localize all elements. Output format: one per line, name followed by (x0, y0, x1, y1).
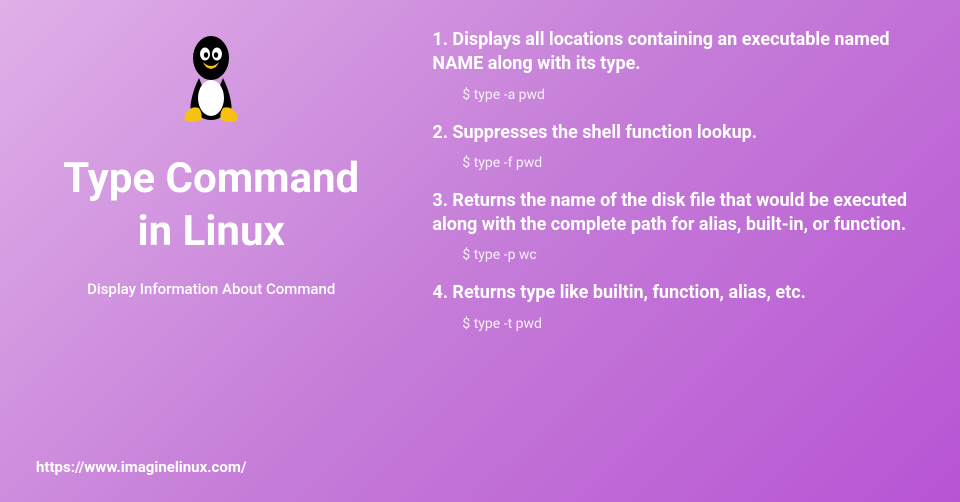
list-item: 3. Returns the name of the disk file tha… (432, 189, 940, 264)
item-heading: 2. Suppresses the shell function lookup. (432, 121, 940, 145)
page-subtitle: Display Information About Command (87, 280, 335, 298)
list-item: 4. Returns type like builtin, function, … (432, 281, 940, 331)
footer-url: https://www.imaginelinux.com/ (36, 458, 246, 476)
item-heading: 3. Returns the name of the disk file tha… (432, 189, 940, 238)
page-title: Type Command in Linux (63, 153, 359, 258)
right-panel: 1. Displays all locations containing an … (422, 0, 960, 502)
item-command: $ type -a pwd (432, 87, 940, 103)
item-command: $ type -f pwd (432, 155, 940, 171)
item-heading: 4. Returns type like builtin, function, … (432, 281, 940, 305)
tux-penguin-icon (171, 30, 251, 129)
title-line-1: Type Command (63, 154, 359, 203)
list-item: 1. Displays all locations containing an … (432, 28, 940, 103)
list-item: 2. Suppresses the shell function lookup.… (432, 121, 940, 171)
item-heading: 1. Displays all locations containing an … (432, 28, 940, 77)
item-command: $ type -t pwd (432, 316, 940, 332)
title-line-2: in Linux (138, 207, 285, 256)
left-panel: Type Command in Linux Display Informatio… (0, 0, 422, 502)
item-command: $ type -p wc (432, 247, 940, 263)
